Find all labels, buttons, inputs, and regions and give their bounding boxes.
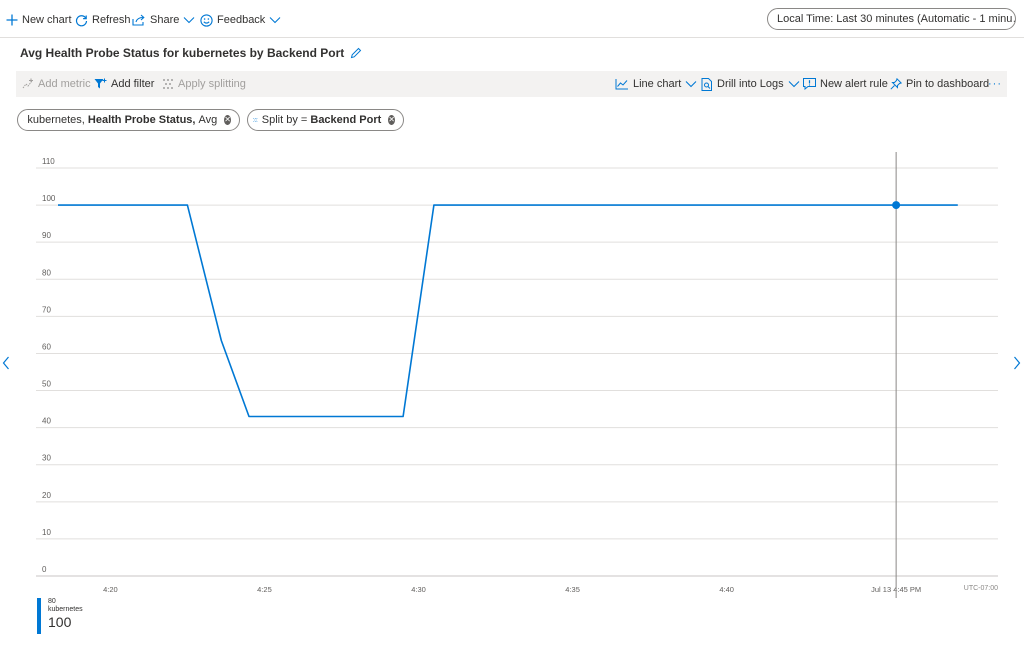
split-pill-value: Backend Port bbox=[310, 114, 382, 126]
x-tick-label: 4:30 bbox=[411, 585, 426, 594]
y-tick-label: 60 bbox=[42, 342, 51, 351]
chevron-right-icon[interactable] bbox=[1013, 356, 1021, 370]
pencil-icon[interactable] bbox=[350, 47, 362, 59]
metric-pill-metric: Health Probe Status, bbox=[87, 114, 196, 126]
feedback-button[interactable]: Feedback bbox=[200, 10, 285, 30]
metric-pill-aggregation: Avg bbox=[198, 114, 218, 126]
y-tick-label: 10 bbox=[42, 528, 51, 537]
pin-to-dashboard-button[interactable]: Pin to dashboard bbox=[890, 77, 989, 91]
chart-legend[interactable]: 80 kubernetes 100 bbox=[37, 598, 83, 634]
share-icon bbox=[132, 14, 145, 26]
y-tick-label: 70 bbox=[42, 305, 51, 314]
y-tick-label: 100 bbox=[42, 194, 56, 203]
time-range-picker[interactable]: Local Time: Last 30 minutes (Automatic -… bbox=[767, 8, 1016, 30]
line-chart[interactable]: 0 10 20 30 40 50 60 70 80 90 100 110 4:20 4:25 4:30 4:3… bbox=[0, 140, 1024, 600]
legend-resource: kubernetes bbox=[48, 606, 83, 613]
chevron-down-icon bbox=[685, 81, 697, 88]
pin-to-dashboard-label: Pin to dashboard bbox=[906, 78, 990, 90]
x-tick-label: 4:35 bbox=[565, 585, 580, 594]
share-button[interactable]: Share bbox=[132, 10, 199, 30]
apply-splitting-label: Apply splitting bbox=[178, 78, 246, 90]
chevron-down-icon bbox=[269, 17, 281, 24]
timezone-label: UTC-07:00 bbox=[964, 585, 998, 592]
refresh-button[interactable]: Refresh bbox=[75, 10, 131, 30]
split-pill-prefix: Split by = bbox=[261, 114, 308, 126]
time-range-label: Local Time: Last 30 minutes (Automatic -… bbox=[777, 13, 1016, 25]
series-line-port-80 bbox=[58, 204, 958, 418]
legend-port: 80 bbox=[48, 598, 56, 605]
remove-metric-icon[interactable]: ✕ bbox=[224, 115, 231, 125]
add-filter-button[interactable]: Add filter bbox=[94, 77, 154, 91]
line-chart-icon bbox=[615, 79, 628, 90]
new-alert-rule-label: New alert rule bbox=[820, 78, 888, 90]
add-metric-button[interactable]: Add metric bbox=[22, 77, 91, 91]
more-options-label: ··· bbox=[988, 78, 1002, 90]
chart-title: Avg Health Probe Status for kubernetes b… bbox=[20, 46, 345, 60]
new-chart-button[interactable]: New chart bbox=[6, 10, 72, 30]
alert-icon bbox=[803, 78, 816, 90]
y-tick-label: 80 bbox=[42, 268, 51, 277]
plus-icon bbox=[6, 14, 18, 26]
y-tick-label: 110 bbox=[42, 157, 55, 166]
share-label: Share bbox=[150, 14, 180, 26]
logs-icon bbox=[701, 77, 712, 91]
chart-command-bar: Add metric Add filter Apply splitting Li… bbox=[16, 71, 1007, 97]
add-filter-label: Add filter bbox=[111, 78, 155, 90]
splitting-icon bbox=[163, 79, 173, 89]
drill-into-logs-button[interactable]: Drill into Logs bbox=[701, 77, 800, 91]
top-toolbar: New chart Refresh Share Feedback Local T… bbox=[0, 0, 1024, 38]
drill-into-logs-label: Drill into Logs bbox=[717, 78, 784, 90]
y-tick-label: 90 bbox=[42, 231, 51, 240]
metric-pill[interactable]: kubernetes, Health Probe Status, Avg ✕ bbox=[17, 109, 240, 131]
new-chart-label: New chart bbox=[22, 14, 72, 26]
split-pill[interactable]: Split by = Backend Port ✕ bbox=[247, 109, 404, 131]
splitting-icon bbox=[253, 118, 258, 122]
hover-point bbox=[892, 201, 901, 210]
feedback-label: Feedback bbox=[217, 14, 266, 26]
y-tick-label: 30 bbox=[42, 454, 51, 463]
apply-splitting-button[interactable]: Apply splitting bbox=[162, 77, 246, 91]
remove-split-icon[interactable]: ✕ bbox=[388, 115, 395, 125]
y-tick-label: 20 bbox=[42, 491, 51, 500]
new-alert-rule-button[interactable]: New alert rule bbox=[803, 77, 888, 91]
refresh-label: Refresh bbox=[92, 14, 131, 26]
y-tick-label: 50 bbox=[42, 380, 51, 389]
chevron-left-icon[interactable] bbox=[2, 356, 10, 370]
add-metric-label: Add metric bbox=[38, 78, 91, 90]
pin-icon bbox=[890, 78, 902, 90]
y-tick-label: 0 bbox=[42, 565, 47, 574]
line-chart-button[interactable]: Line chart bbox=[615, 77, 697, 91]
chart-title-row: Avg Health Probe Status for kubernetes b… bbox=[20, 45, 362, 61]
refresh-icon bbox=[75, 14, 88, 26]
filter-icon bbox=[94, 78, 107, 89]
add-metric-icon bbox=[22, 78, 33, 89]
smiley-icon bbox=[200, 13, 213, 27]
more-options-button[interactable]: ··· bbox=[988, 77, 1002, 91]
y-tick-label: 40 bbox=[42, 417, 51, 426]
line-chart-label: Line chart bbox=[633, 78, 682, 90]
chevron-down-icon bbox=[183, 17, 195, 24]
x-tick-label: 4:40 bbox=[719, 585, 734, 594]
metric-pill-resource: kubernetes, bbox=[27, 114, 85, 126]
chevron-down-icon bbox=[788, 81, 800, 88]
x-tick-label: 4:25 bbox=[257, 585, 272, 594]
x-tick-label: 4:20 bbox=[103, 585, 118, 594]
legend-value: 100 bbox=[48, 614, 72, 630]
